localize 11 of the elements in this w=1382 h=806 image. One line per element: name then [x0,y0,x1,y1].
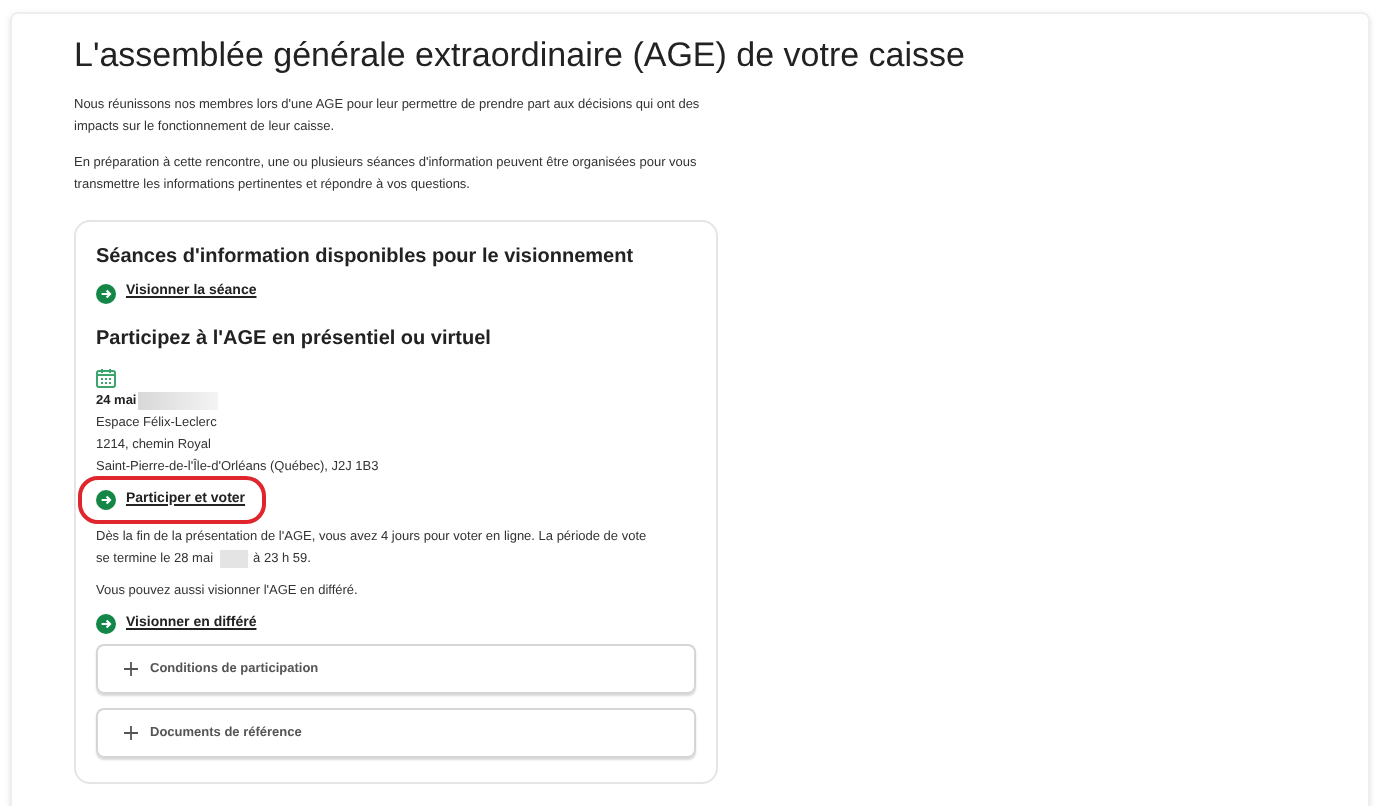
redacted-block [138,392,219,411]
plus-icon [124,662,138,677]
section-heading: Participez à l'AGE en présentiel ou virtuel [96,325,493,354]
plus-icon [124,726,138,741]
redacted-block [219,550,248,568]
section-heading: Séances d'information disponibles pour le visionnement [96,244,636,273]
arrow-circle-icon [96,614,116,634]
arrow-circle-icon [96,489,116,510]
calendar-icon [96,367,116,388]
page-title: L'assemblée générale extraordinaire (AGE) de votre caisse [74,34,967,77]
arrow-circle-icon [96,283,116,303]
